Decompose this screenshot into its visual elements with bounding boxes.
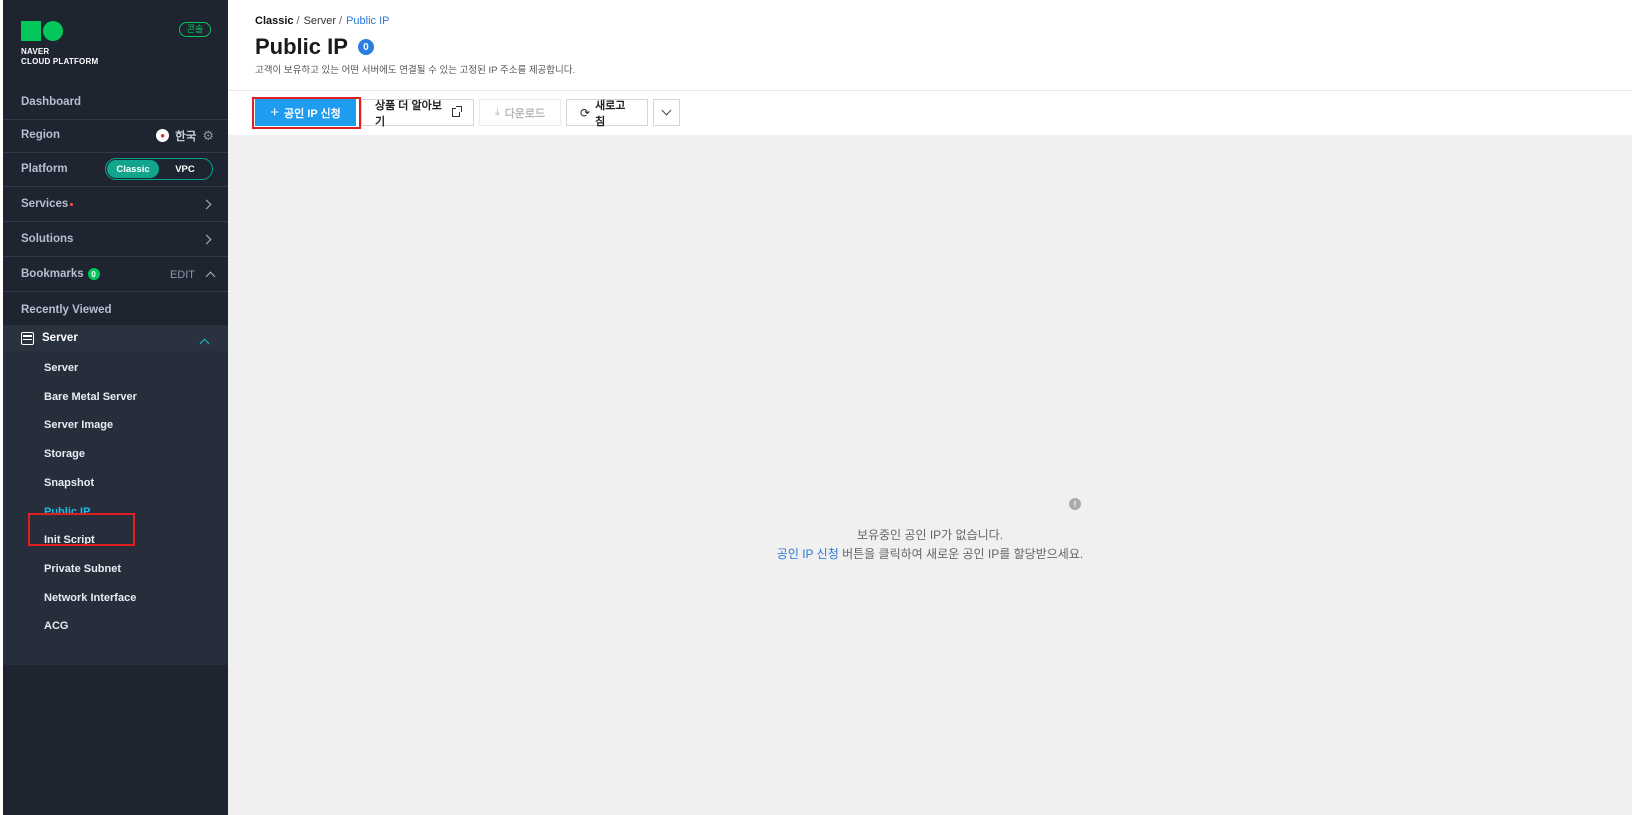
submenu-private-subnet[interactable]: Private Subnet: [44, 563, 121, 575]
submenu-storage[interactable]: Storage: [44, 448, 85, 460]
empty-state-create-link[interactable]: 공인 IP 신청: [777, 547, 839, 561]
sidebar-item-services[interactable]: Services: [3, 187, 228, 222]
bookmarks-edit-link[interactable]: EDIT: [170, 269, 195, 281]
naver-cloud-logo[interactable]: NAVER CLOUD PLATFORM: [21, 21, 98, 67]
platform-option-classic[interactable]: Classic: [107, 160, 159, 178]
sidebar-item-dashboard[interactable]: Dashboard: [3, 85, 228, 120]
submenu-snapshot[interactable]: Snapshot: [44, 477, 94, 489]
korea-flag-icon: ●: [156, 129, 170, 142]
server-menu-header[interactable]: Server: [3, 325, 228, 351]
platform-toggle[interactable]: Classic VPC: [105, 158, 213, 180]
empty-state-message: 보유중인 공인 IP가 없습니다.: [856, 528, 1004, 542]
highlight-box-public-ip: [28, 513, 135, 546]
server-icon: [21, 331, 34, 345]
page-description: 고객이 보유하고 있는 어떤 서버에도 연결될 수 있는 고정된 IP 주소를 …: [255, 65, 576, 76]
more-options-button[interactable]: [653, 99, 680, 126]
chevron-up-icon[interactable]: [205, 271, 216, 282]
refresh-icon: ⟳: [580, 105, 591, 120]
download-button[interactable]: ⤓ 다운로드: [479, 99, 561, 126]
region-value: 한국: [175, 130, 197, 143]
submenu-bare-metal-server[interactable]: Bare Metal Server: [44, 391, 137, 403]
chevron-down-icon: [661, 105, 672, 116]
page-title: Public IP 0: [255, 34, 374, 60]
breadcrumb: Classic / Server / Public IP: [255, 15, 390, 27]
new-indicator-dot: [70, 203, 74, 206]
external-link-icon: [451, 106, 462, 117]
platform-option-vpc[interactable]: VPC: [159, 160, 211, 178]
bookmarks-count-badge: 0: [87, 268, 100, 280]
server-menu-group: Server Server Bare Metal Server Server I…: [3, 325, 228, 665]
submenu-network-interface[interactable]: Network Interface: [44, 592, 136, 604]
header-divider: [228, 90, 1632, 91]
gear-icon[interactable]: ⚙: [202, 128, 214, 144]
sidebar-item-solutions[interactable]: Solutions: [3, 222, 228, 257]
info-icon: !: [1069, 498, 1081, 510]
breadcrumb-classic[interactable]: Classic: [255, 15, 294, 27]
empty-list-area: [228, 135, 1632, 815]
refresh-button[interactable]: ⟳ 새로고침: [566, 99, 648, 128]
logo-text: NAVER CLOUD PLATFORM: [21, 47, 99, 66]
sidebar: NAVER CLOUD PLATFORM 콘솔 Dashboard Region…: [3, 0, 228, 815]
download-icon: ⤓: [494, 106, 500, 118]
chevron-right-icon: [201, 234, 212, 245]
submenu-acg[interactable]: ACG: [44, 620, 68, 632]
highlight-box-create-button: [252, 97, 361, 129]
sidebar-item-bookmarks[interactable]: Bookmarks 0 EDIT: [3, 257, 228, 292]
sidebar-item-region[interactable]: Region ● 한국 ⚙: [3, 118, 228, 153]
breadcrumb-server[interactable]: Server: [304, 15, 336, 27]
submenu-server-image[interactable]: Server Image: [44, 419, 113, 431]
chevron-up-icon: [199, 338, 210, 349]
submenu-server[interactable]: Server: [44, 362, 78, 374]
console-badge[interactable]: 콘솔: [179, 22, 211, 37]
main-content: Classic / Server / Public IP Public IP 0 고객이…: [228, 0, 1632, 815]
empty-state-hint: 공인 IP 신청 버튼을 클릭하여 새로운 공인 IP를 할당받으세요.: [776, 547, 1084, 561]
chevron-right-icon: [201, 199, 212, 210]
learn-more-button[interactable]: 상품 더 알아보기: [361, 99, 474, 128]
public-ip-count-badge: 0: [357, 39, 374, 55]
logo-mark: [21, 21, 98, 41]
sidebar-item-recently-viewed[interactable]: Recently Viewed: [3, 292, 228, 327]
sidebar-item-platform: Platform Classic VPC: [3, 152, 228, 187]
breadcrumb-public-ip: Public IP: [346, 15, 390, 27]
